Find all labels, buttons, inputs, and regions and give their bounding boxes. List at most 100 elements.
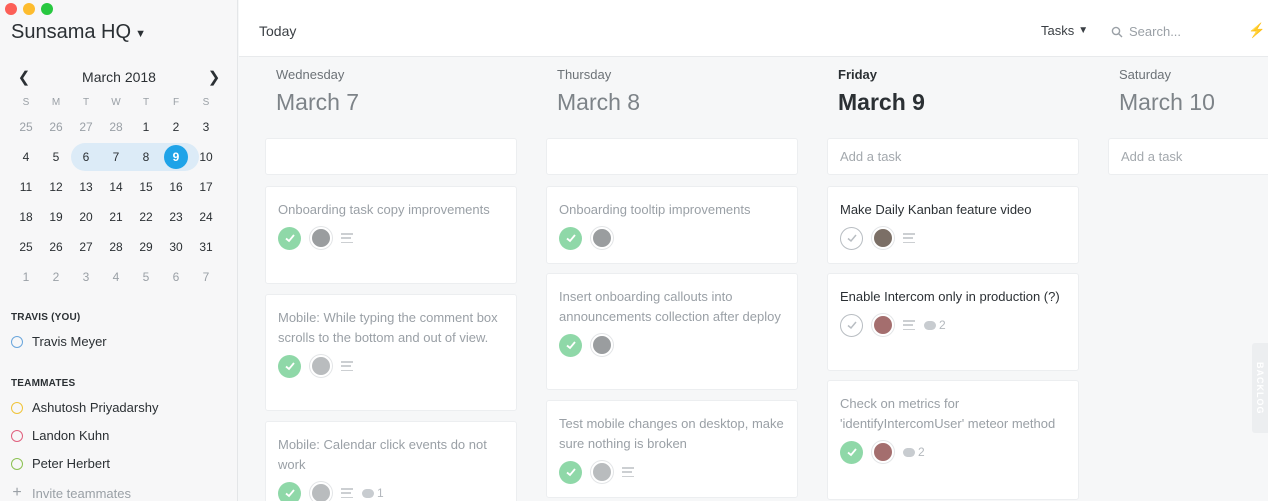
person-travis-meyer[interactable]: Travis Meyer	[11, 334, 107, 349]
calendar-day[interactable]: 31	[191, 240, 221, 254]
task-complete-checkbox[interactable]	[559, 226, 582, 250]
calendar-day[interactable]: 3	[71, 270, 101, 284]
task-complete-checkbox[interactable]	[840, 226, 863, 250]
minimize-window-button[interactable]	[23, 3, 35, 15]
teammate-peter[interactable]: Peter Herbert	[11, 456, 110, 471]
task-complete-checkbox[interactable]	[278, 481, 301, 501]
task-complete-checkbox[interactable]	[278, 354, 301, 378]
comments-count[interactable]: 2	[903, 445, 925, 459]
next-month-button[interactable]: ❯	[204, 68, 224, 86]
calendar-day[interactable]: 15	[131, 180, 161, 194]
calendar-day[interactable]: 23	[161, 210, 191, 224]
assignee-avatar[interactable]	[591, 227, 613, 249]
calendar-day[interactable]: 5	[131, 270, 161, 284]
calendar-day[interactable]: 22	[131, 210, 161, 224]
add-task-input[interactable]: Add a task	[827, 138, 1079, 175]
notes-icon[interactable]	[341, 488, 353, 498]
calendar-day[interactable]: 2	[161, 120, 191, 134]
calendar-day[interactable]: 25	[11, 240, 41, 254]
calendar-day[interactable]: 18	[11, 210, 41, 224]
calendar-day[interactable]: 2	[41, 270, 71, 284]
calendar-day[interactable]: 4	[101, 270, 131, 284]
calendar-day[interactable]: 10	[191, 150, 221, 164]
teammate-landon[interactable]: Landon Kuhn	[11, 428, 109, 443]
assignee-avatar[interactable]	[591, 461, 613, 483]
assignee-avatar[interactable]	[310, 227, 332, 249]
calendar-day[interactable]: 13	[71, 180, 101, 194]
assignee-avatar[interactable]	[310, 482, 332, 501]
backlog-tab[interactable]: BACKLOG	[1252, 343, 1268, 433]
comments-count[interactable]: 1	[362, 486, 384, 500]
calendar-day[interactable]: 29	[131, 240, 161, 254]
workspace-switcher[interactable]: Sunsama HQ ▼	[11, 21, 146, 44]
task-card[interactable]: Make Daily Kanban feature video	[827, 186, 1079, 264]
task-card[interactable]: Test mobile changes on desktop, make sur…	[546, 400, 798, 498]
calendar-day[interactable]: 20	[71, 210, 101, 224]
calendar-day[interactable]: 12	[41, 180, 71, 194]
invite-teammates-link[interactable]: + Invite teammates	[11, 484, 131, 501]
task-complete-checkbox[interactable]	[278, 226, 301, 250]
calendar-day[interactable]: 19	[41, 210, 71, 224]
task-card[interactable]: Mobile: While typing the comment box scr…	[265, 294, 517, 411]
task-card[interactable]: Onboarding tooltip improvements	[546, 186, 798, 264]
search-box[interactable]: Search...	[1111, 24, 1181, 39]
zoom-window-button[interactable]	[41, 3, 53, 15]
calendar-day[interactable]: 6	[161, 270, 191, 284]
assignee-avatar[interactable]	[310, 355, 332, 377]
add-task-input[interactable]	[265, 138, 517, 175]
assignee-avatar[interactable]	[872, 441, 894, 463]
prev-month-button[interactable]: ❮	[14, 68, 34, 86]
calendar-day[interactable]: 28	[101, 120, 131, 134]
calendar-day[interactable]: 5	[41, 150, 71, 164]
calendar-day[interactable]: 4	[11, 150, 41, 164]
task-card[interactable]: Check on metrics for 'identifyIntercomUs…	[827, 380, 1079, 500]
lightning-icon[interactable]: ⚡	[1248, 22, 1265, 39]
add-task-input[interactable]: Add a task	[1108, 138, 1268, 175]
notes-icon[interactable]	[341, 233, 353, 243]
calendar-day[interactable]: 26	[41, 240, 71, 254]
calendar-day[interactable]: 1	[11, 270, 41, 284]
add-task-input[interactable]	[546, 138, 798, 175]
calendar-day[interactable]: 7	[101, 150, 131, 164]
today-button[interactable]: Today	[259, 23, 296, 39]
task-complete-checkbox[interactable]	[840, 440, 863, 464]
calendar-day[interactable]: 17	[191, 180, 221, 194]
calendar-day[interactable]: 21	[101, 210, 131, 224]
calendar-day[interactable]: 28	[101, 240, 131, 254]
assignee-avatar[interactable]	[591, 334, 613, 356]
calendar-day[interactable]: 1	[131, 120, 161, 134]
task-complete-checkbox[interactable]	[840, 313, 863, 337]
task-card[interactable]: Enable Intercom only in production (?) 2	[827, 273, 1079, 371]
notes-icon[interactable]	[903, 233, 915, 243]
calendar-day-today[interactable]: 9	[161, 145, 191, 169]
task-card[interactable]: Insert onboarding callouts into announce…	[546, 273, 798, 390]
you-section-label: TRAVIS (YOU)	[11, 312, 81, 323]
notes-icon[interactable]	[622, 467, 634, 477]
calendar-day[interactable]: 25	[11, 120, 41, 134]
calendar-day[interactable]: 8	[131, 150, 161, 164]
weekday-label: W	[111, 96, 121, 108]
teammate-ashutosh[interactable]: Ashutosh Priyadarshy	[11, 400, 158, 415]
task-card[interactable]: Onboarding task copy improvements	[265, 186, 517, 284]
task-complete-checkbox[interactable]	[559, 460, 582, 484]
calendar-day[interactable]: 27	[71, 240, 101, 254]
calendar-day[interactable]: 6	[71, 150, 101, 164]
comments-count[interactable]: 2	[924, 318, 946, 332]
calendar-day[interactable]: 14	[101, 180, 131, 194]
calendar-day[interactable]: 7	[191, 270, 221, 284]
calendar-day[interactable]: 16	[161, 180, 191, 194]
close-window-button[interactable]	[5, 3, 17, 15]
notes-icon[interactable]	[341, 361, 353, 371]
task-complete-checkbox[interactable]	[559, 333, 582, 357]
calendar-day[interactable]: 30	[161, 240, 191, 254]
calendar-day[interactable]: 3	[191, 120, 221, 134]
assignee-avatar[interactable]	[872, 314, 894, 336]
calendar-day[interactable]: 11	[11, 180, 41, 194]
calendar-day[interactable]: 26	[41, 120, 71, 134]
task-card[interactable]: Mobile: Calendar click events do not wor…	[265, 421, 517, 501]
view-dropdown[interactable]: Tasks ▼	[1041, 23, 1088, 38]
notes-icon[interactable]	[903, 320, 915, 330]
calendar-day[interactable]: 24	[191, 210, 221, 224]
calendar-day[interactable]: 27	[71, 120, 101, 134]
assignee-avatar[interactable]	[872, 227, 894, 249]
